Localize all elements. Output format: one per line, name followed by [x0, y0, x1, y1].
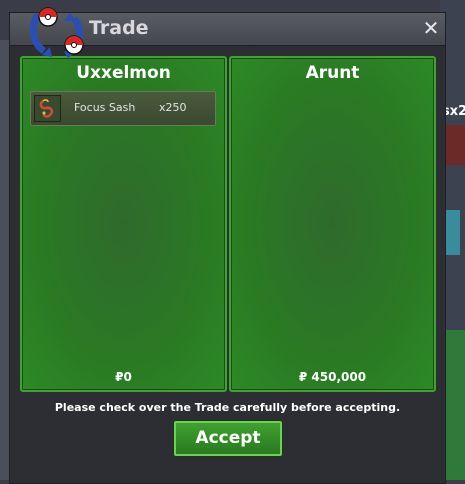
- focus-sash-icon: [34, 95, 61, 122]
- trade-window: Trade ✕ Uxxelmon Focus Sash x250 ₽0 Arun…: [9, 7, 446, 484]
- item-name: Focus Sash: [74, 101, 136, 114]
- close-button[interactable]: ✕: [421, 17, 441, 39]
- trader-name-partner: Arunt: [305, 63, 360, 83]
- trade-panel-self: Uxxelmon Focus Sash x250 ₽0: [20, 56, 227, 392]
- background-character: [444, 125, 465, 165]
- trader-name-self: Uxxelmon: [76, 63, 171, 83]
- window-title: Trade: [89, 17, 149, 39]
- money-offer-partner: ₽ 450,000: [298, 370, 367, 384]
- pokeball-logo-icon: [29, 7, 84, 59]
- trade-notice: Please check over the Trade carefully be…: [54, 401, 401, 414]
- money-offer-self[interactable]: ₽0: [22, 370, 225, 384]
- trade-panel-partner: Arunt ₽ 450,000: [229, 56, 436, 392]
- trade-content: Uxxelmon Focus Sash x250 ₽0 Arunt ₽ 450,…: [10, 46, 445, 483]
- item-quantity: x250: [159, 101, 187, 114]
- accept-button[interactable]: Accept: [174, 421, 282, 456]
- trade-item-slot[interactable]: Focus Sash x250: [30, 91, 216, 126]
